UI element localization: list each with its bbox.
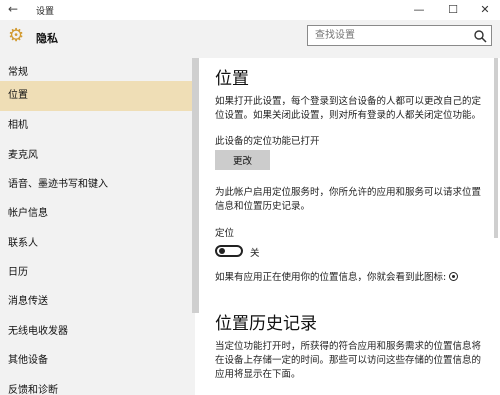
sidebar-item-account-info[interactable]: 帐户信息	[0, 199, 195, 229]
sidebar-item-camera[interactable]: 相机	[0, 111, 195, 141]
sidebar-item-messaging[interactable]: 消息传送	[0, 287, 195, 317]
sidebar-item-contacts[interactable]: 联系人	[0, 229, 195, 259]
location-toggle[interactable]	[215, 245, 243, 257]
device-location-status: 此设备的定位功能已打开	[215, 136, 320, 147]
location-history-description: 当定位功能打开时，所获得的符合应用和服务需求的位置信息将在设备上存储一定的时间。…	[215, 341, 482, 380]
search-input[interactable]	[308, 26, 468, 45]
back-arrow-icon[interactable]: ←	[8, 2, 18, 16]
icon-notice: 如果有应用正在使用你的位置信息，你就会看到此图标:	[215, 269, 459, 283]
sidebar-item-other-devices[interactable]: 其他设备	[0, 346, 195, 376]
window-title: 设置	[36, 7, 55, 17]
main-content: 位置 如果打开此设置，每个登录到这台设备的人都可以更改自己的定位设置。如果关闭此…	[199, 58, 492, 395]
sidebar-item-radios[interactable]: 无线电收发器	[0, 317, 195, 347]
content-scrollbar[interactable]	[494, 58, 498, 238]
location-toggle-label: 定位	[215, 228, 235, 239]
location-description: 如果打开此设置，每个登录到这台设备的人都可以更改自己的定位设置。如果关闭此设置，…	[215, 96, 482, 121]
location-in-use-icon	[449, 272, 459, 281]
minimize-button[interactable]: —	[404, 0, 434, 20]
sidebar-item-microphone[interactable]: 麦克风	[0, 141, 195, 171]
sidebar-item-speech-inking-typing[interactable]: 语音、墨迹书写和键入	[0, 170, 195, 200]
location-history-heading: 位置历史记录	[215, 314, 317, 334]
location-heading: 位置	[215, 69, 249, 89]
close-button[interactable]: ✕	[470, 0, 500, 20]
gear-icon: ⚙	[8, 25, 25, 46]
toggle-state-label: 关	[250, 248, 260, 259]
category-title: 隐私	[36, 32, 58, 45]
service-description: 为此帐户启用定位服务时，你所允许的应用和服务可以请求位置信息和位置历史记录。	[215, 187, 482, 212]
sidebar-item-feedback-diagnostics[interactable]: 反馈和诊断	[0, 376, 195, 395]
sidebar-item-location[interactable]: 位置	[0, 81, 195, 111]
maximize-button[interactable]: ☐	[438, 0, 468, 20]
change-button[interactable]: 更改	[215, 150, 270, 170]
search-icon[interactable]	[473, 29, 487, 43]
sidebar: 常规 位置 相机 麦克风 语音、墨迹书写和键入 帐户信息 联系人 日历 消息传送…	[0, 58, 195, 395]
settings-header: ⚙ 隐私	[0, 20, 500, 58]
search-box[interactable]	[307, 25, 492, 46]
sidebar-item-calendar[interactable]: 日历	[0, 258, 195, 288]
title-bar: ← 设置 — ☐ ✕	[0, 0, 500, 20]
toggle-knob	[219, 248, 225, 254]
icon-notice-text: 如果有应用正在使用你的位置信息，你就会看到此图标:	[215, 272, 447, 283]
sidebar-scrollbar[interactable]	[192, 58, 199, 313]
